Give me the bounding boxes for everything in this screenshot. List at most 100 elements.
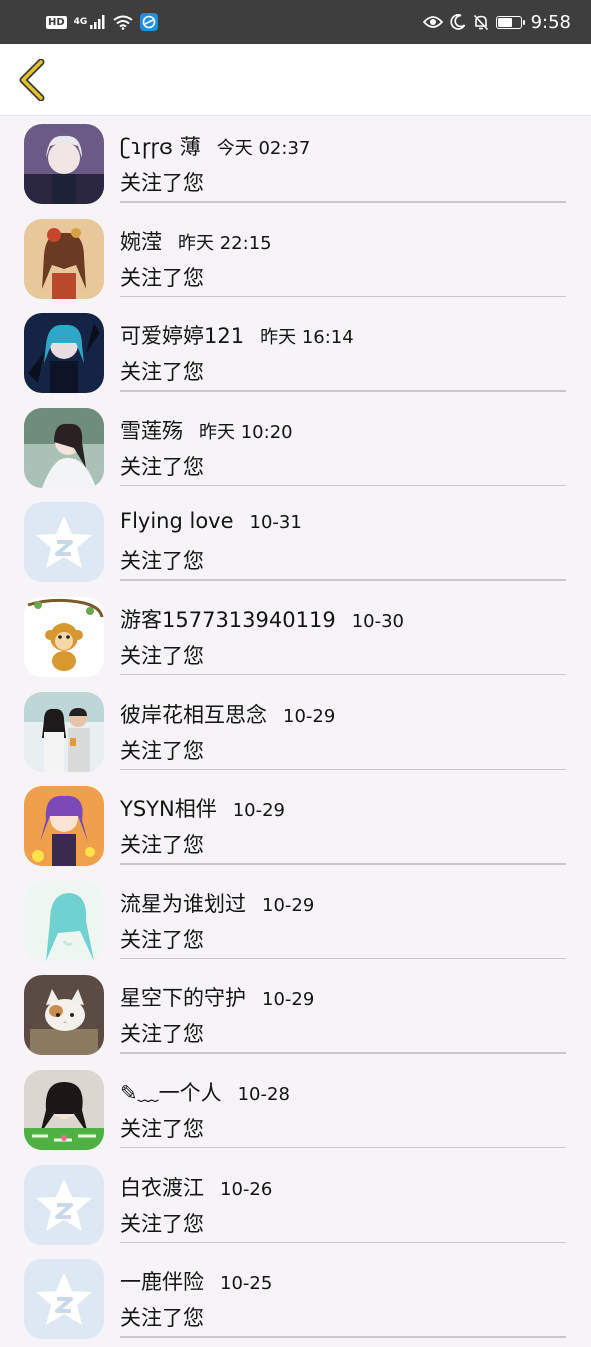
name-row: 星空下的守护 10-29 bbox=[120, 982, 571, 1012]
avatar-anime-purple[interactable] bbox=[24, 786, 104, 867]
follow-action-text: 关注了您 bbox=[120, 1116, 204, 1141]
row-divider bbox=[120, 957, 566, 960]
follow-action-text: 关注了您 bbox=[120, 738, 204, 763]
row-divider bbox=[120, 1146, 566, 1149]
avatar-cartoon-monkey[interactable] bbox=[24, 596, 104, 677]
network-type: 4G bbox=[73, 17, 88, 27]
avatar-default-qq[interactable] bbox=[24, 1259, 104, 1340]
follow-action-text: 关注了您 bbox=[120, 833, 204, 858]
follower-name[interactable]: 彼岸花相互思念 bbox=[120, 699, 267, 729]
avatar-couple-photo[interactable] bbox=[24, 691, 104, 772]
follower-row[interactable]: ʗɿɼɼɞ 薄 今天 02:37 关注了您 bbox=[0, 117, 591, 212]
avatar-default-qq[interactable] bbox=[24, 1164, 104, 1245]
avatar-anime-cyan-hair[interactable] bbox=[24, 880, 104, 961]
row-divider bbox=[120, 1336, 566, 1338]
follower-row[interactable]: 婉滢 昨天 22:15 关注了您 bbox=[0, 212, 591, 307]
follower-list: ʗɿɼɼɞ 薄 今天 02:37 关注了您 婉滢 昨天 22:15 关注了您 可… bbox=[0, 117, 591, 1347]
follower-row[interactable]: YSYN相伴 10-29 关注了您 bbox=[0, 779, 591, 874]
avatar-kitten[interactable] bbox=[24, 975, 104, 1056]
follower-name[interactable]: 婉滢 bbox=[120, 226, 162, 256]
follower-row[interactable]: 可爱婷婷121 昨天 16:14 关注了您 bbox=[0, 306, 591, 401]
follow-time: 10-29 bbox=[283, 705, 336, 727]
bell-muted-icon bbox=[473, 14, 488, 30]
name-row: Flying love 10-31 bbox=[120, 509, 571, 533]
follower-name[interactable]: YSYN相伴 bbox=[120, 793, 217, 823]
row-divider bbox=[120, 201, 566, 203]
row-divider bbox=[120, 768, 566, 771]
name-row: YSYN相伴 10-29 bbox=[120, 793, 571, 823]
row-divider bbox=[120, 295, 566, 298]
avatar-default-qq[interactable] bbox=[24, 502, 104, 583]
follower-name[interactable]: 一鹿伴险 bbox=[120, 1266, 204, 1296]
follower-name[interactable]: ✎﹏一个人 bbox=[120, 1077, 222, 1107]
follower-name[interactable]: 星空下的守护 bbox=[120, 982, 246, 1012]
follow-time: 10-31 bbox=[249, 512, 302, 534]
follower-row[interactable]: 一鹿伴险 10-25 关注了您 bbox=[0, 1252, 591, 1347]
back-button[interactable] bbox=[10, 56, 54, 104]
follower-row[interactable]: ✎﹏一个人 10-28 关注了您 bbox=[0, 1063, 591, 1158]
follow-action-text: 关注了您 bbox=[120, 1022, 204, 1047]
row-divider bbox=[120, 863, 566, 865]
row-divider bbox=[120, 484, 566, 487]
app-notification-icon bbox=[140, 13, 159, 31]
follow-action-text: 关注了您 bbox=[120, 927, 204, 952]
follower-row[interactable]: 星空下的守护 10-29 关注了您 bbox=[0, 968, 591, 1063]
follow-action-text: 关注了您 bbox=[120, 171, 204, 195]
chevron-left-icon bbox=[19, 59, 45, 101]
name-row: 白衣渡江 10-26 bbox=[120, 1172, 571, 1202]
row-divider bbox=[120, 1241, 566, 1244]
nav-bar bbox=[0, 44, 591, 116]
avatar-painted-girl[interactable] bbox=[24, 218, 104, 299]
follow-time: 昨天 10:20 bbox=[199, 421, 293, 443]
follower-name[interactable]: 游客1577313940119 bbox=[120, 604, 336, 634]
wifi-icon bbox=[113, 15, 133, 30]
follow-time: 昨天 16:14 bbox=[260, 327, 354, 349]
clock: 9:58 bbox=[530, 11, 571, 33]
avatar-anime-dark-blue[interactable] bbox=[24, 313, 104, 394]
follower-name[interactable]: 白衣渡江 bbox=[120, 1172, 204, 1202]
follow-action-text: 关注了您 bbox=[120, 1306, 204, 1331]
hd-badge: HD bbox=[46, 15, 67, 29]
avatar-woman-white[interactable] bbox=[24, 407, 104, 488]
follow-action-text: 关注了您 bbox=[120, 360, 204, 385]
follower-row[interactable]: 白衣渡江 10-26 关注了您 bbox=[0, 1158, 591, 1253]
follower-row[interactable]: 游客1577313940119 10-30 关注了您 bbox=[0, 590, 591, 685]
row-divider bbox=[120, 673, 566, 676]
follower-name[interactable]: 雪莲殇 bbox=[120, 415, 183, 445]
follow-time: 昨天 22:15 bbox=[178, 232, 272, 254]
name-row: 游客1577313940119 10-30 bbox=[120, 604, 571, 634]
avatar-girl-green-banner[interactable] bbox=[24, 1069, 104, 1150]
follower-name[interactable]: ʗɿɼɼɞ 薄 bbox=[120, 131, 201, 161]
follow-time: 10-29 bbox=[262, 894, 315, 916]
status-left: HD 4G bbox=[46, 13, 159, 31]
follower-name[interactable]: 流星为谁划过 bbox=[120, 888, 246, 918]
follower-row[interactable]: 彼岸花相互思念 10-29 关注了您 bbox=[0, 685, 591, 780]
follower-name[interactable]: 可爱婷婷121 bbox=[120, 320, 244, 350]
moon-icon bbox=[449, 14, 465, 30]
name-row: 可爱婷婷121 昨天 16:14 bbox=[120, 320, 571, 350]
follower-row[interactable]: 流星为谁划过 10-29 关注了您 bbox=[0, 874, 591, 969]
row-divider bbox=[120, 1052, 566, 1054]
follow-action-text: 关注了您 bbox=[120, 1211, 204, 1236]
name-row: 婉滢 昨天 22:15 bbox=[120, 226, 571, 256]
name-row: 一鹿伴险 10-25 bbox=[120, 1266, 571, 1296]
follow-action-text: 关注了您 bbox=[120, 454, 204, 479]
name-row: ✎﹏一个人 10-28 bbox=[120, 1077, 571, 1107]
battery-level bbox=[497, 17, 512, 27]
signal-icon bbox=[90, 15, 105, 29]
follower-row[interactable]: 雪莲殇 昨天 10:20 关注了您 bbox=[0, 401, 591, 496]
follower-row[interactable]: Flying love 10-31 关注了您 bbox=[0, 495, 591, 590]
name-row: 雪莲殇 昨天 10:20 bbox=[120, 415, 571, 445]
follow-action-text: 关注了您 bbox=[120, 265, 204, 290]
follower-name[interactable]: Flying love bbox=[120, 509, 234, 533]
avatar-anime-silver-hair[interactable] bbox=[24, 124, 104, 204]
status-bar: HD 4G 9:58 bbox=[0, 0, 591, 44]
follow-time: 10-25 bbox=[220, 1273, 273, 1295]
follow-time: 10-29 bbox=[262, 989, 315, 1011]
name-row: 彼岸花相互思念 10-29 bbox=[120, 699, 571, 729]
status-right: 9:58 bbox=[422, 11, 571, 33]
follow-time: 10-30 bbox=[351, 610, 405, 632]
follow-time: 10-29 bbox=[232, 800, 286, 822]
name-row: 流星为谁划过 10-29 bbox=[120, 888, 571, 918]
battery-icon bbox=[495, 15, 525, 29]
